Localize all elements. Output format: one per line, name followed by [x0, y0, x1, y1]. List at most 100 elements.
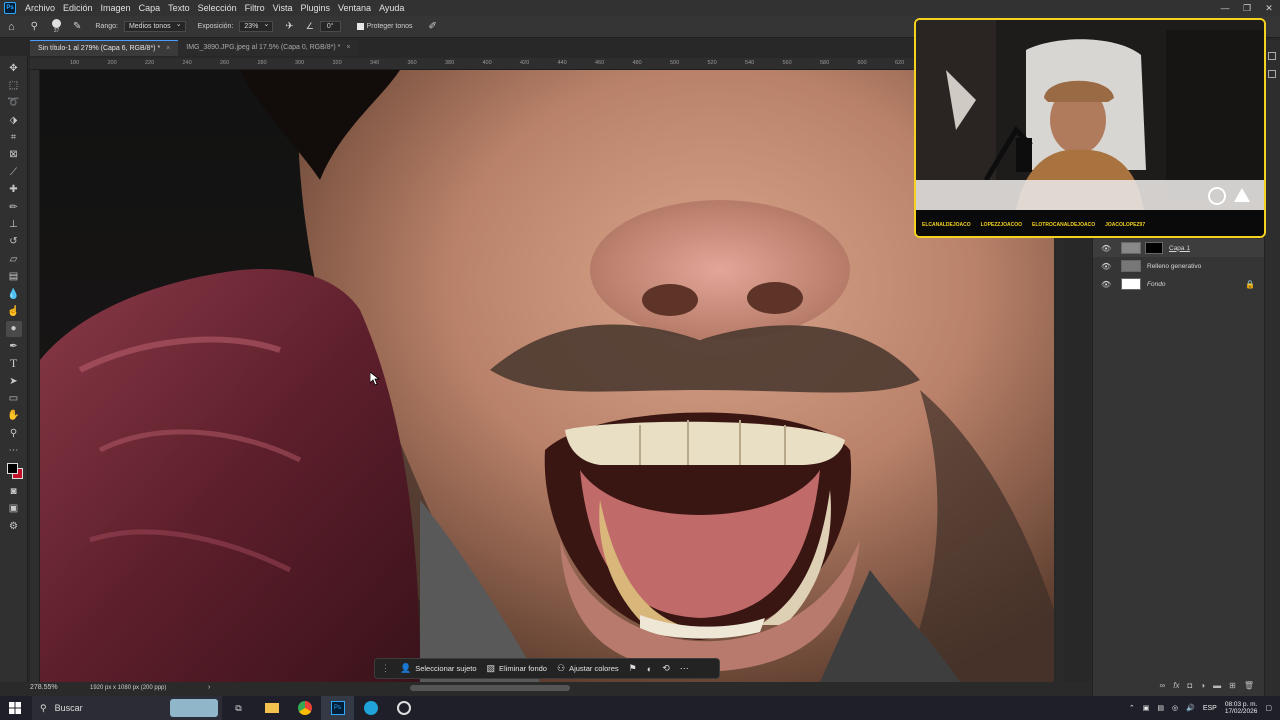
object-select-tool-icon[interactable]: ⬗: [6, 112, 22, 128]
network-icon[interactable]: ▤: [1157, 704, 1164, 712]
horizontal-scrollbar[interactable]: [410, 685, 570, 691]
more-options-icon[interactable]: ⋯: [680, 663, 689, 674]
menu-vista[interactable]: Vista: [269, 3, 297, 13]
tab-close-icon[interactable]: ×: [166, 45, 170, 52]
angle-input[interactable]: 0°: [319, 21, 341, 32]
volume-icon[interactable]: 🔊: [1186, 704, 1195, 712]
smudge-tool-icon[interactable]: ☝: [6, 303, 22, 319]
pressure-size-icon[interactable]: ✐: [429, 21, 437, 32]
blur-tool-icon[interactable]: 💧: [6, 286, 22, 302]
home-icon[interactable]: ⌂: [8, 21, 15, 33]
fx-icon[interactable]: fx: [1173, 681, 1179, 690]
brush-preset-picker[interactable]: 37: [51, 19, 61, 34]
frame-tool-icon[interactable]: ⊠: [6, 147, 22, 163]
menu-plugins[interactable]: Plugins: [297, 3, 335, 13]
crop-tool-icon[interactable]: ⌗: [6, 130, 22, 146]
move-tool-icon[interactable]: ✥: [6, 60, 22, 76]
chrome-icon[interactable]: [288, 696, 321, 720]
brush-tool-icon[interactable]: ✏: [6, 199, 22, 215]
flag-icon[interactable]: ⚑: [629, 663, 637, 674]
extra-tool-icon[interactable]: ⚙: [6, 518, 22, 534]
layer-name[interactable]: Capa 1: [1169, 245, 1190, 252]
color-swatches[interactable]: [6, 460, 23, 482]
brush-settings-icon[interactable]: ✎: [73, 21, 81, 32]
photoshop-logo-icon[interactable]: Ps: [4, 2, 16, 14]
layer-name[interactable]: Fondo: [1147, 281, 1165, 288]
lasso-tool-icon[interactable]: ➰: [6, 95, 22, 111]
menu-ventana[interactable]: Ventana: [334, 3, 375, 13]
clock[interactable]: 08:03 p. m. 17/02/2026: [1225, 701, 1258, 715]
layer-row-1[interactable]: 👁 Capa 1: [1093, 239, 1265, 257]
status-menu-chevron-icon[interactable]: ›: [208, 684, 210, 691]
menu-archivo[interactable]: Archivo: [21, 3, 59, 13]
history-brush-tool-icon[interactable]: ↺: [6, 234, 22, 250]
rectangle-tool-icon[interactable]: ▭: [6, 390, 22, 406]
menu-ayuda[interactable]: Ayuda: [375, 3, 408, 13]
task-view-icon[interactable]: ⧉: [222, 696, 255, 720]
taskbar-search[interactable]: ⚲ Buscar: [32, 696, 222, 720]
document-info[interactable]: 1920 px x 1080 px (200 ppp): [90, 685, 166, 691]
tray-app2-icon[interactable]: ◎: [1172, 704, 1178, 712]
photoshop-taskbar-icon[interactable]: Ps: [321, 696, 354, 720]
new-group-icon[interactable]: ▬: [1213, 681, 1221, 690]
protect-tones-checkbox[interactable]: Proteger tonos: [356, 23, 413, 30]
zoom-tool-icon[interactable]: ⚲: [6, 425, 22, 441]
screen-mode-icon[interactable]: ▣: [6, 501, 22, 517]
path-select-tool-icon[interactable]: ➤: [6, 373, 22, 389]
adjustment-layer-icon[interactable]: ◑: [1200, 681, 1205, 690]
range-select[interactable]: Medios tonos: [123, 20, 186, 32]
layer-row-3[interactable]: 👁 Fondo 🔒: [1093, 275, 1265, 293]
visibility-eye-icon[interactable]: 👁: [1101, 262, 1113, 271]
language-indicator[interactable]: ESP: [1203, 705, 1217, 712]
panel-icon-1[interactable]: [1268, 52, 1276, 60]
foreground-color-swatch[interactable]: [6, 462, 18, 474]
menu-capa[interactable]: Capa: [135, 3, 165, 13]
zoom-level[interactable]: 278.55%: [30, 684, 58, 691]
tab-document-1[interactable]: Sin título-1 al 279% (Capa 6, RGB/8*) * ×: [30, 40, 179, 56]
burn-tool-icon[interactable]: ●: [5, 320, 22, 337]
select-subject-button[interactable]: 👤 Seleccionar sujeto: [400, 663, 477, 674]
add-mask-icon[interactable]: ◘: [1187, 681, 1192, 690]
visibility-eye-icon[interactable]: 👁: [1101, 244, 1113, 253]
transform-icon[interactable]: ⟲: [662, 663, 670, 674]
notification-icon[interactable]: ▢: [1265, 704, 1272, 712]
eyedropper-tool-icon[interactable]: ⟋: [6, 164, 22, 180]
menu-texto[interactable]: Texto: [164, 3, 194, 13]
mask-icon[interactable]: ◐: [647, 664, 652, 674]
visibility-eye-icon[interactable]: 👁: [1101, 280, 1113, 289]
menu-imagen[interactable]: Imagen: [97, 3, 135, 13]
clone-stamp-tool-icon[interactable]: ⊥: [6, 217, 22, 233]
hand-tool-icon[interactable]: ✋: [6, 408, 22, 424]
menu-filtro[interactable]: Filtro: [241, 3, 269, 13]
remove-background-button[interactable]: ▧ Eliminar fondo: [487, 663, 547, 674]
panel-icon-2[interactable]: [1268, 70, 1276, 78]
edge-icon[interactable]: [354, 696, 387, 720]
tab-close-icon[interactable]: ×: [346, 44, 350, 51]
windows-start-icon[interactable]: [9, 702, 21, 716]
layer-mask-thumbnail[interactable]: [1145, 242, 1163, 254]
tray-chevron-icon[interactable]: ⌃: [1129, 704, 1135, 712]
adjust-colors-button[interactable]: ⚇ Ajustar colores: [557, 663, 619, 674]
menu-seleccion[interactable]: Selección: [194, 3, 241, 13]
tray-app-icon[interactable]: ▣: [1143, 704, 1150, 712]
tab-document-2[interactable]: IMG_3890.JPG.jpeg al 17.5% (Capa 0, RGB/…: [178, 40, 359, 56]
type-tool-icon[interactable]: T: [6, 356, 22, 372]
document-canvas[interactable]: [40, 70, 1054, 682]
healing-brush-tool-icon[interactable]: ✚: [6, 182, 22, 198]
pen-tool-icon[interactable]: ✒: [6, 338, 22, 354]
exposure-input[interactable]: 23%: [239, 20, 274, 32]
gradient-tool-icon[interactable]: ▤: [6, 269, 22, 285]
layer-name[interactable]: Relleno generativo: [1147, 263, 1201, 270]
new-layer-icon[interactable]: ⊞: [1229, 681, 1236, 690]
restore-button[interactable]: ❐: [1236, 0, 1258, 16]
delete-layer-icon[interactable]: 🗑: [1244, 681, 1254, 690]
marquee-tool-icon[interactable]: ⬚: [6, 77, 22, 93]
drag-handle-icon[interactable]: ⋮: [381, 663, 390, 674]
obs-icon[interactable]: [387, 696, 420, 720]
quick-mask-icon[interactable]: ◙: [6, 483, 22, 499]
close-button[interactable]: ✕: [1258, 0, 1280, 16]
layer-row-2[interactable]: 👁 Relleno generativo: [1093, 257, 1265, 275]
burn-tool-preset-icon[interactable]: ⚲: [31, 21, 38, 32]
airbrush-icon[interactable]: ✈: [285, 21, 293, 32]
more-tools-icon[interactable]: ⋯: [6, 443, 22, 459]
